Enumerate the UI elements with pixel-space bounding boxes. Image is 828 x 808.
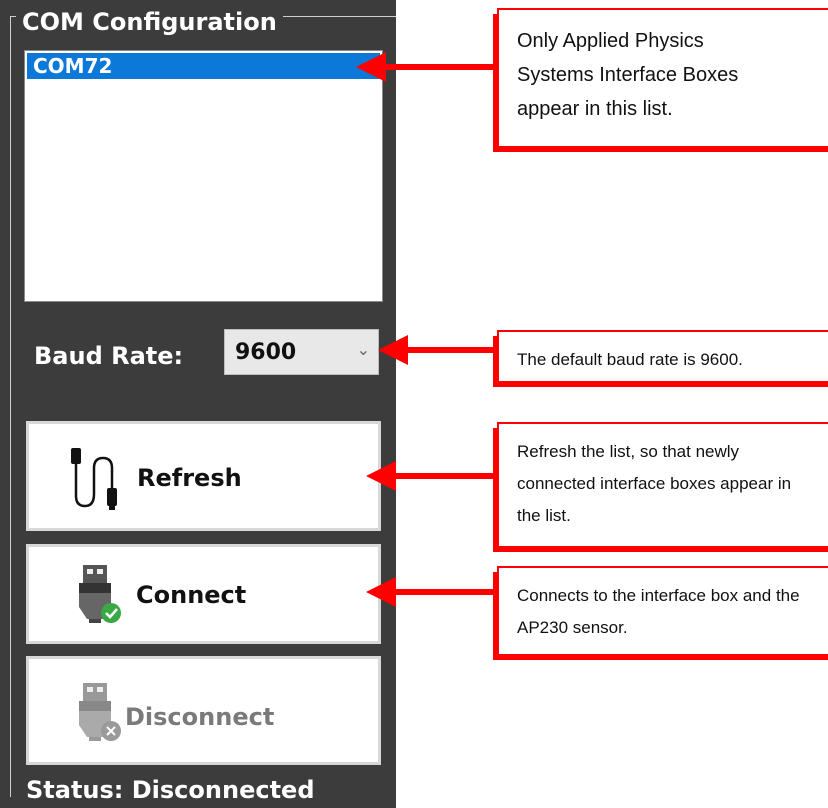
disconnect-label: Disconnect [125, 703, 275, 731]
arrow-to-baud [378, 335, 501, 365]
callout-refresh-info: Refresh the list, so that newly connecte… [493, 422, 828, 552]
baud-rate-label: Baud Rate: [34, 342, 184, 370]
baud-rate-value: 9600 [235, 340, 297, 365]
chevron-down-icon[interactable]: ⌄ [357, 340, 370, 359]
arrow-to-connect [366, 577, 501, 607]
callout-list-text: Only Applied Physics Systems Interface B… [517, 30, 739, 120]
connect-button[interactable]: Connect [26, 544, 381, 644]
refresh-label: Refresh [137, 464, 242, 492]
callout-accent [497, 381, 828, 387]
com-configuration-panel: COM Configuration COM72 Baud Rate: 9600 … [0, 0, 396, 808]
callout-connect-info: Connects to the interface box and the AP… [493, 566, 828, 660]
callout-accent [497, 146, 828, 152]
group-title: COM Configuration [16, 8, 283, 36]
status-text: Status: Disconnected [26, 776, 315, 804]
callout-refresh-text: Refresh the list, so that newly connecte… [517, 442, 792, 525]
callout-accent [497, 546, 828, 552]
callout-accent [497, 654, 828, 660]
callout-baud-text: The default baud rate is 9600. [517, 350, 743, 369]
callout-accent [493, 336, 499, 387]
usb-cable-icon [71, 448, 117, 510]
usb-connected-icon [79, 565, 121, 623]
com-port-list[interactable]: COM72 [24, 50, 383, 302]
callout-baud-info: The default baud rate is 9600. [493, 330, 828, 387]
list-item-com72[interactable]: COM72 [26, 52, 381, 80]
arrow-to-refresh [366, 461, 501, 491]
callout-connect-text: Connects to the interface box and the AP… [517, 586, 800, 637]
usb-disconnected-icon [79, 683, 121, 741]
callout-accent [493, 428, 499, 552]
callout-list-info: Only Applied Physics Systems Interface B… [493, 8, 828, 152]
callout-accent [493, 572, 499, 660]
refresh-button[interactable]: Refresh [26, 421, 381, 531]
connect-label: Connect [136, 581, 247, 609]
arrow-to-list [356, 52, 501, 82]
disconnect-button[interactable]: Disconnect [26, 656, 381, 765]
callout-accent [493, 14, 499, 152]
baud-rate-select[interactable]: 9600 ⌄ [224, 329, 379, 375]
